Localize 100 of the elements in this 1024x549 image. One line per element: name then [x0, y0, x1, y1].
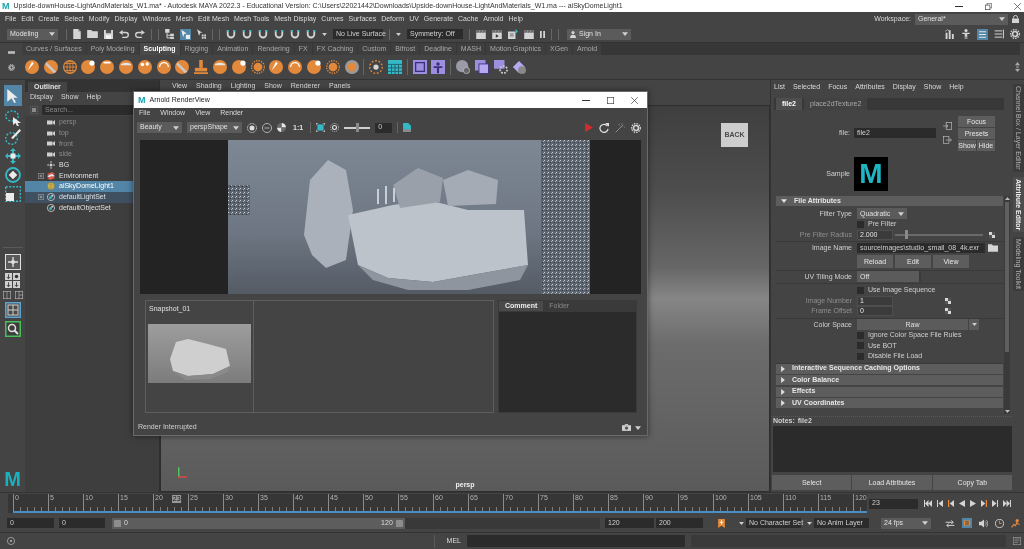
command-input-field[interactable] [467, 535, 685, 547]
file-icon[interactable] [73, 29, 81, 39]
clapperboard-icon[interactable] [524, 29, 534, 39]
caret-icon[interactable] [739, 521, 744, 525]
expand-icon[interactable] [38, 194, 44, 201]
pause-icon[interactable] [540, 30, 545, 38]
scroll-up-icon[interactable] [1004, 197, 1010, 200]
caret-icon[interactable] [322, 32, 327, 36]
figure-icon[interactable] [961, 29, 971, 39]
dotted-circle-icon[interactable] [247, 122, 257, 133]
restore-icon[interactable] [985, 2, 992, 10]
marked-sphere-icon[interactable] [288, 60, 303, 74]
framed-square-icon[interactable] [316, 123, 326, 132]
arrow-into-box-icon[interactable] [943, 122, 952, 130]
marked-sphere-icon[interactable] [156, 60, 171, 74]
expand-icon[interactable] [38, 172, 44, 179]
magnet-icon[interactable] [258, 29, 268, 39]
marked-sphere-icon[interactable] [137, 60, 152, 74]
dashed-square-icon[interactable] [30, 105, 38, 114]
marked-sphere-icon[interactable] [175, 60, 190, 74]
crosshair-square-icon[interactable] [4, 254, 21, 270]
magnifier-icon[interactable] [4, 321, 21, 337]
magnet-icon[interactable] [242, 29, 252, 39]
four-pane-layout-icon[interactable] [4, 302, 21, 318]
gear-tile-icon[interactable] [493, 60, 508, 74]
marked-sphere-icon[interactable] [306, 60, 321, 74]
magnet-icon[interactable] [306, 29, 316, 39]
spiky-sphere-icon[interactable] [325, 60, 340, 74]
undo-icon[interactable] [119, 30, 129, 38]
clapperboard-icon[interactable] [476, 29, 486, 39]
checker-icon[interactable] [945, 308, 951, 315]
folder-icon[interactable] [87, 30, 98, 38]
file-icon[interactable] [403, 123, 412, 132]
refresh-icon[interactable] [599, 122, 609, 133]
marked-sphere-icon[interactable] [25, 60, 39, 74]
play-backward-icon[interactable] [959, 500, 965, 507]
bookmark-plus-icon[interactable] [718, 518, 725, 528]
square-tile-icon[interactable] [412, 60, 427, 74]
folder-icon[interactable] [988, 244, 998, 253]
checkbox[interactable] [857, 331, 864, 339]
cursor-square-icon[interactable] [180, 28, 191, 40]
caret-icon[interactable] [807, 521, 812, 525]
lock-icon[interactable] [1012, 15, 1019, 23]
settings-icon[interactable] [1010, 29, 1020, 39]
three-pane-layout-icon[interactable] [14, 291, 23, 299]
paint-brush-icon[interactable] [4, 129, 21, 145]
stacked-tiles-icon[interactable] [474, 60, 489, 74]
clock-icon[interactable] [995, 518, 1004, 528]
stamp-icon[interactable] [194, 60, 209, 74]
move-arrows-icon[interactable] [4, 148, 21, 164]
scroll-down-icon[interactable] [1004, 410, 1010, 413]
down-arrow-tile-icon[interactable] [5, 281, 12, 288]
lasso-icon[interactable] [4, 110, 21, 126]
framed-tile-icon[interactable] [962, 518, 972, 528]
loop-arrows-icon[interactable] [945, 518, 955, 528]
spiky-sphere-icon[interactable] [250, 60, 265, 74]
close-icon[interactable] [631, 96, 638, 104]
radial-dots-icon[interactable] [369, 60, 384, 74]
clapperboard-icon[interactable] [492, 29, 502, 39]
marked-sphere-icon[interactable] [231, 60, 246, 74]
settings-icon[interactable] [7, 64, 15, 71]
marked-sphere-icon[interactable] [269, 60, 284, 74]
dot-tile-icon[interactable] [13, 273, 20, 280]
magnet-icon[interactable] [274, 29, 284, 39]
list-icon[interactable] [994, 29, 1004, 39]
panel-list-icon[interactable] [977, 28, 988, 40]
rotate-icon[interactable] [4, 167, 21, 183]
checker-icon[interactable] [945, 297, 951, 304]
checkbox[interactable] [857, 220, 864, 228]
speaker-icon[interactable] [979, 518, 988, 528]
tree-icon[interactable] [165, 29, 174, 39]
step-forward-frame-icon[interactable] [981, 500, 987, 507]
figure-tile-icon[interactable] [431, 60, 446, 74]
minimize-icon[interactable] [582, 99, 590, 101]
runner-icon[interactable] [1011, 518, 1020, 528]
magnet-icon[interactable] [290, 29, 300, 39]
caret-icon[interactable] [635, 425, 641, 430]
sun-icon[interactable] [330, 123, 340, 132]
shelf-scroll-icon[interactable] [1015, 62, 1020, 72]
wire-sphere-icon[interactable] [62, 60, 77, 74]
sphere-icon[interactable] [344, 60, 359, 74]
step-back-frame-icon[interactable] [948, 500, 954, 507]
checker-icon[interactable] [989, 231, 995, 238]
scale-icon[interactable] [4, 186, 21, 202]
step-back-key-icon[interactable] [937, 500, 943, 507]
play-forward-icon[interactable] [970, 500, 976, 507]
down-arrow-tile-icon[interactable] [5, 273, 12, 280]
ring-icon[interactable] [262, 122, 272, 133]
down-arrow-tile-icon[interactable] [13, 281, 20, 288]
caret-icon[interactable] [396, 32, 401, 36]
bar-chart-icon[interactable] [945, 29, 955, 39]
camera-icon[interactable] [622, 424, 631, 431]
ring-icon[interactable] [7, 537, 15, 545]
text-lines-icon[interactable] [1013, 537, 1021, 545]
marked-sphere-icon[interactable] [212, 60, 227, 74]
save-icon[interactable] [104, 29, 113, 39]
notes-field[interactable] [773, 426, 1012, 472]
arrow-out-of-box-icon[interactable] [943, 136, 952, 144]
wand-icon[interactable] [615, 122, 625, 133]
checkbox[interactable] [857, 342, 864, 350]
